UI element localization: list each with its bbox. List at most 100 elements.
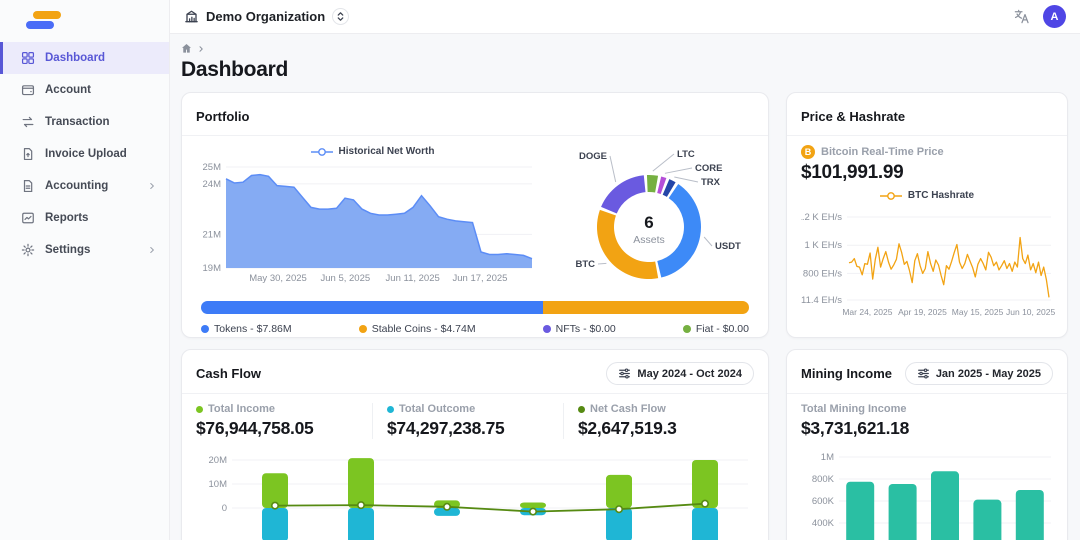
net-worth-legend: Historical Net Worth [196,145,549,158]
bitcoin-icon: B [801,145,815,159]
svg-text:Assets: Assets [633,234,665,246]
main-area: Demo Organization A Dashboard Portfolio [170,0,1080,540]
net-worth-area-chart: 25M24M21M19MMay 30, 2025Jun 5, 2025Jun 1… [196,158,549,285]
hashrate-legend-marker-icon [880,191,902,201]
logo-bottom-bar [26,21,54,29]
assets-donut-chart: LTCCORETRXUSDTBTCDOGE6Assets [549,145,754,295]
divider [787,393,1067,394]
breadcrumb [181,42,1068,55]
organization-selector[interactable]: Demo Organization [184,8,349,25]
organization-icon [184,9,199,24]
cash-flow-bar-chart: 20M10M0 [196,446,754,540]
svg-text:611.4 EH/s: 611.4 EH/s [801,295,842,306]
hashrate-legend: BTC Hashrate [801,189,1053,202]
total-income-stat: Total Income $76,944,758.05 [196,403,372,439]
total-income-value: $76,944,758.05 [196,418,372,439]
sidebar-item-label: Account [45,84,91,96]
svg-text:TRX: TRX [701,177,721,188]
wallet-icon [21,83,35,97]
svg-text:10M: 10M [209,479,228,490]
dashboard-icon [21,51,35,65]
translate-icon[interactable] [1013,8,1030,25]
stable-coins-dot-icon [359,325,367,333]
price-hashrate-card-title: Price & Hashrate [801,109,905,124]
nfts-dot-icon [543,325,551,333]
sidebar-item-settings[interactable]: Settings [0,234,169,266]
price-hashrate-card: Price & Hashrate B Bitcoin Real-Time Pri… [786,92,1068,338]
divider [182,135,768,136]
net-cash-flow-value: $2,647,519.3 [578,418,754,439]
filter-sliders-icon [618,367,631,380]
svg-text:400K: 400K [812,518,835,529]
total-mining-income-value: $3,731,621.18 [801,418,1053,439]
total-outcome-value: $74,297,238.75 [387,418,563,439]
sidebar-item-label: Reports [45,212,88,224]
svg-text:24M: 24M [203,179,222,190]
invoice-upload-icon [21,147,35,161]
home-icon[interactable] [181,43,192,54]
net-worth-legend-label: Historical Net Worth [339,146,435,157]
svg-text:800 EH/s: 800 EH/s [803,268,842,279]
allocation-legend-item: Tokens - $7.86M [201,323,292,335]
sidebar-item-account[interactable]: Account [0,74,169,106]
income-dot-icon [196,406,203,413]
cash-flow-date-filter-button[interactable]: May 2024 - Oct 2024 [606,362,754,385]
svg-text:1.2 K EH/s: 1.2 K EH/s [801,212,842,223]
filter-sliders-icon [917,367,930,380]
topbar-actions: A [1013,5,1066,28]
tokens-dot-icon [201,325,209,333]
app-logo[interactable] [0,0,169,42]
net-cash-flow-dot-icon [578,406,585,413]
bitcoin-price-label: B Bitcoin Real-Time Price [801,145,1053,159]
org-switcher-stepper-icon[interactable] [332,8,349,25]
sidebar-item-invoice-upload[interactable]: Invoice Upload [0,138,169,170]
user-avatar[interactable]: A [1043,5,1066,28]
net-cash-flow-stat: Net Cash Flow $2,647,519.3 [563,403,754,439]
svg-text:BTC: BTC [575,259,595,270]
total-mining-income-stat: Total Mining Income $3,731,621.18 [801,403,1053,439]
chevron-right-icon [147,245,157,255]
sidebar-item-accounting[interactable]: Accounting [0,170,169,202]
allocation-stacked-bar [201,301,749,314]
portfolio-card: Portfolio Historical Net Worth 25M24M21M… [181,92,769,338]
mining-income-card-title: Mining Income [801,366,892,381]
transfer-arrows-icon [21,115,35,129]
mining-bar-chart: 1M 800K 600K 400K [801,447,1053,540]
svg-text:1M: 1M [821,452,834,463]
mining-date-filter-button[interactable]: Jan 2025 - May 2025 [905,362,1053,385]
page-title: Dashboard [181,58,1068,82]
svg-text:600K: 600K [812,496,835,507]
svg-text:CORE: CORE [695,163,722,174]
breadcrumb-chevron-icon [197,45,205,53]
outcome-dot-icon [387,406,394,413]
bitcoin-price-value: $101,991.99 [801,162,1053,184]
page-content: Dashboard Portfolio Historical Net Worth [170,34,1080,540]
sidebar-nav: Dashboard Account Transaction Invoice Up… [0,42,169,266]
logo-top-bar [33,11,61,19]
portfolio-card-title: Portfolio [196,109,249,124]
sidebar: Dashboard Account Transaction Invoice Up… [0,0,170,540]
allocation-legend-item: NFTs - $0.00 [543,323,616,335]
svg-text:1 K EH/s: 1 K EH/s [805,240,843,251]
sidebar-item-label: Accounting [45,180,108,192]
svg-text:19M: 19M [203,263,222,272]
total-outcome-stat: Total Outcome $74,297,238.75 [372,403,563,439]
accounting-doc-icon [21,179,35,193]
allocation-legend-item: Stable Coins - $4.74M [359,323,476,335]
svg-text:6: 6 [644,213,653,232]
divider [787,135,1067,136]
sidebar-item-reports[interactable]: Reports [0,202,169,234]
chevron-right-icon [147,181,157,191]
cash-flow-card-title: Cash Flow [196,366,261,381]
svg-text:800K: 800K [812,474,835,485]
sidebar-item-transaction[interactable]: Transaction [0,106,169,138]
svg-text:DOGE: DOGE [579,151,607,162]
sidebar-item-label: Dashboard [45,52,105,64]
svg-text:LTC: LTC [677,149,695,160]
divider [182,393,768,394]
svg-text:21M: 21M [203,229,222,240]
sidebar-item-dashboard[interactable]: Dashboard [0,42,169,74]
hashrate-legend-label: BTC Hashrate [908,190,974,201]
gear-icon [21,243,35,257]
organization-name: Demo Organization [206,9,325,24]
